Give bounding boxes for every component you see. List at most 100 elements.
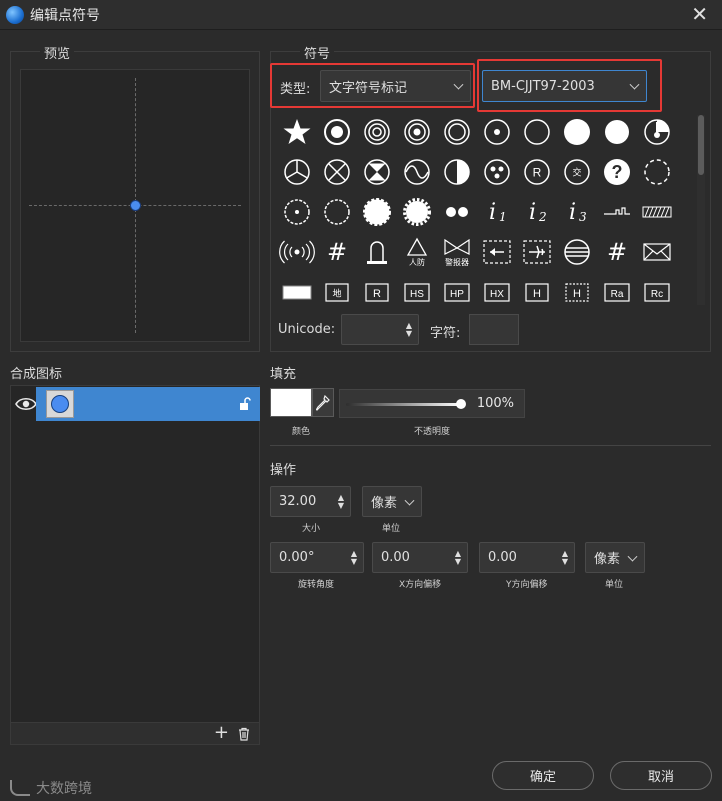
offset-unit-select[interactable]: 像素 — [585, 542, 645, 573]
rc-box-symbol[interactable]: Rc — [639, 275, 675, 305]
spinner-arrows-icon[interactable]: ▲ ▼ — [406, 321, 412, 338]
scalloped-circle-symbol[interactable] — [319, 195, 355, 229]
eyedropper-icon[interactable] — [312, 388, 334, 417]
i2-symbol[interactable]: i2 — [519, 195, 555, 229]
signal-line-symbol[interactable] — [599, 195, 635, 229]
envelope-symbol[interactable] — [639, 235, 675, 269]
type-select[interactable]: 文字符号标记 — [320, 70, 471, 102]
composite-toolbar: + — [11, 722, 259, 744]
close-icon[interactable]: ✕ — [691, 3, 708, 25]
dot-in-circle-symbol[interactable] — [319, 115, 355, 149]
chevron-down-icon — [629, 79, 640, 90]
window-title: 编辑点符号 — [30, 7, 100, 24]
hs-box-text: HS — [410, 289, 424, 300]
chevron-down-icon — [404, 495, 415, 506]
watermark-logo-icon — [10, 780, 30, 796]
spinner-arrows-icon[interactable]: ▲ ▼ — [351, 549, 357, 566]
renfang-symbol[interactable]: 人防 — [399, 235, 435, 269]
y-offset-input[interactable]: 0.00 ▲ ▼ — [479, 542, 575, 573]
spinner-arrows-icon[interactable]: ▲ ▼ — [562, 549, 568, 566]
x-circle-symbol[interactable] — [319, 155, 355, 189]
x-offset-input[interactable]: 0.00 ▲ ▼ — [372, 542, 468, 573]
tombstone-symbol[interactable] — [359, 235, 395, 269]
layer-row[interactable] — [12, 387, 260, 421]
unit-select[interactable]: 像素 — [362, 486, 422, 517]
hatched-bar-symbol[interactable] — [639, 195, 675, 229]
question-circle-text: ? — [612, 162, 623, 182]
filled-circle-small-symbol[interactable] — [599, 115, 635, 149]
clock-circle-symbol[interactable] — [639, 115, 675, 149]
hash-symbol[interactable]: # — [319, 235, 355, 269]
striped-circle-symbol[interactable] — [559, 235, 595, 269]
preview-symbol — [130, 200, 141, 211]
hash-thin-symbol[interactable]: # — [599, 235, 635, 269]
unit-caption: 单位 — [382, 524, 401, 534]
small-dot-circle-symbol[interactable] — [479, 115, 515, 149]
ra-box-symbol[interactable]: Ra — [599, 275, 635, 305]
flower-filled-symbol[interactable] — [399, 195, 435, 229]
add-icon[interactable]: + — [214, 724, 229, 742]
double-dot-symbol[interactable] — [439, 195, 475, 229]
scalloped-filled-symbol[interactable] — [359, 195, 395, 229]
type-label: 类型: — [280, 82, 311, 97]
r-box-text: R — [373, 288, 381, 300]
hp-box-symbol[interactable]: HP — [439, 275, 475, 305]
scroll-thumb[interactable] — [698, 115, 704, 175]
white-bar-symbol[interactable] — [279, 275, 315, 305]
rotation-input[interactable]: 0.00° ▲ ▼ — [270, 542, 364, 573]
size-input[interactable]: 32.00 ▲ ▼ — [270, 486, 351, 517]
scalloped-dot-symbol[interactable] — [279, 195, 315, 229]
symbol-scrollbar[interactable] — [697, 115, 705, 305]
dashed-plane-symbol[interactable] — [519, 235, 555, 269]
radio-wave-symbol[interactable] — [279, 235, 315, 269]
opacity-handle[interactable] — [456, 399, 466, 409]
unlock-icon[interactable] — [238, 397, 252, 411]
di-box-symbol[interactable]: 地 — [319, 275, 355, 305]
question-circle-symbol[interactable]: ? — [599, 155, 635, 189]
jiao-circle-text: 交 — [572, 167, 581, 179]
opacity-track[interactable] — [346, 403, 461, 406]
empty-circle-symbol[interactable] — [519, 115, 555, 149]
app-logo-icon — [6, 5, 24, 24]
hx-box-text: HX — [490, 289, 504, 300]
mercedes-circle-symbol[interactable] — [279, 155, 315, 189]
dashed-arrow-left-symbol[interactable] — [479, 235, 515, 269]
spinner-arrows-icon[interactable]: ▲ ▼ — [338, 493, 344, 510]
opacity-caption: 不透明度 — [414, 427, 451, 437]
fill-color-swatch[interactable] — [270, 388, 312, 417]
dashed-circle-symbol[interactable] — [639, 155, 675, 189]
i1-symbol[interactable]: i1 — [479, 195, 515, 229]
target-symbol[interactable] — [399, 115, 435, 149]
wave-circle-symbol[interactable] — [399, 155, 435, 189]
double-ring-symbol[interactable] — [439, 115, 475, 149]
eye-icon[interactable] — [15, 395, 37, 413]
hs-box-symbol[interactable]: HS — [399, 275, 435, 305]
r-box-symbol[interactable]: R — [359, 275, 395, 305]
ok-button[interactable]: 确定 — [492, 761, 594, 790]
jingbaoqi-symbol[interactable]: 警报器 — [439, 235, 475, 269]
triple-ring-symbol[interactable] — [359, 115, 395, 149]
size-value: 32.00 — [279, 494, 317, 509]
spinner-arrows-icon[interactable]: ▲ ▼ — [455, 549, 461, 566]
standard-select[interactable]: BM-CJJT97-2003 — [482, 70, 647, 102]
layer-thumbnail — [46, 390, 74, 418]
h-box-symbol[interactable]: H — [519, 275, 555, 305]
hx-box-symbol[interactable]: HX — [479, 275, 515, 305]
r-circle-symbol[interactable]: R — [519, 155, 555, 189]
jiao-circle-symbol[interactable]: 交 — [559, 155, 595, 189]
half-circle-symbol[interactable] — [439, 155, 475, 189]
layer-selected[interactable] — [36, 387, 260, 421]
char-input[interactable] — [469, 314, 519, 345]
filled-circle-symbol[interactable] — [559, 115, 595, 149]
i1-sub: 1 — [499, 210, 507, 224]
cancel-button[interactable]: 取消 — [610, 761, 712, 790]
i3-symbol[interactable]: i3 — [559, 195, 595, 229]
hourglass-circle-symbol[interactable] — [359, 155, 395, 189]
unicode-input[interactable]: ▲ ▼ — [341, 314, 419, 345]
i2-text: i — [529, 200, 536, 225]
star-symbol[interactable] — [279, 115, 315, 149]
three-dot-circle-symbol[interactable] — [479, 155, 515, 189]
opacity-slider[interactable]: 100% — [339, 389, 525, 418]
h-dashed-box-symbol[interactable]: H — [559, 275, 595, 305]
trash-icon[interactable] — [238, 727, 250, 741]
